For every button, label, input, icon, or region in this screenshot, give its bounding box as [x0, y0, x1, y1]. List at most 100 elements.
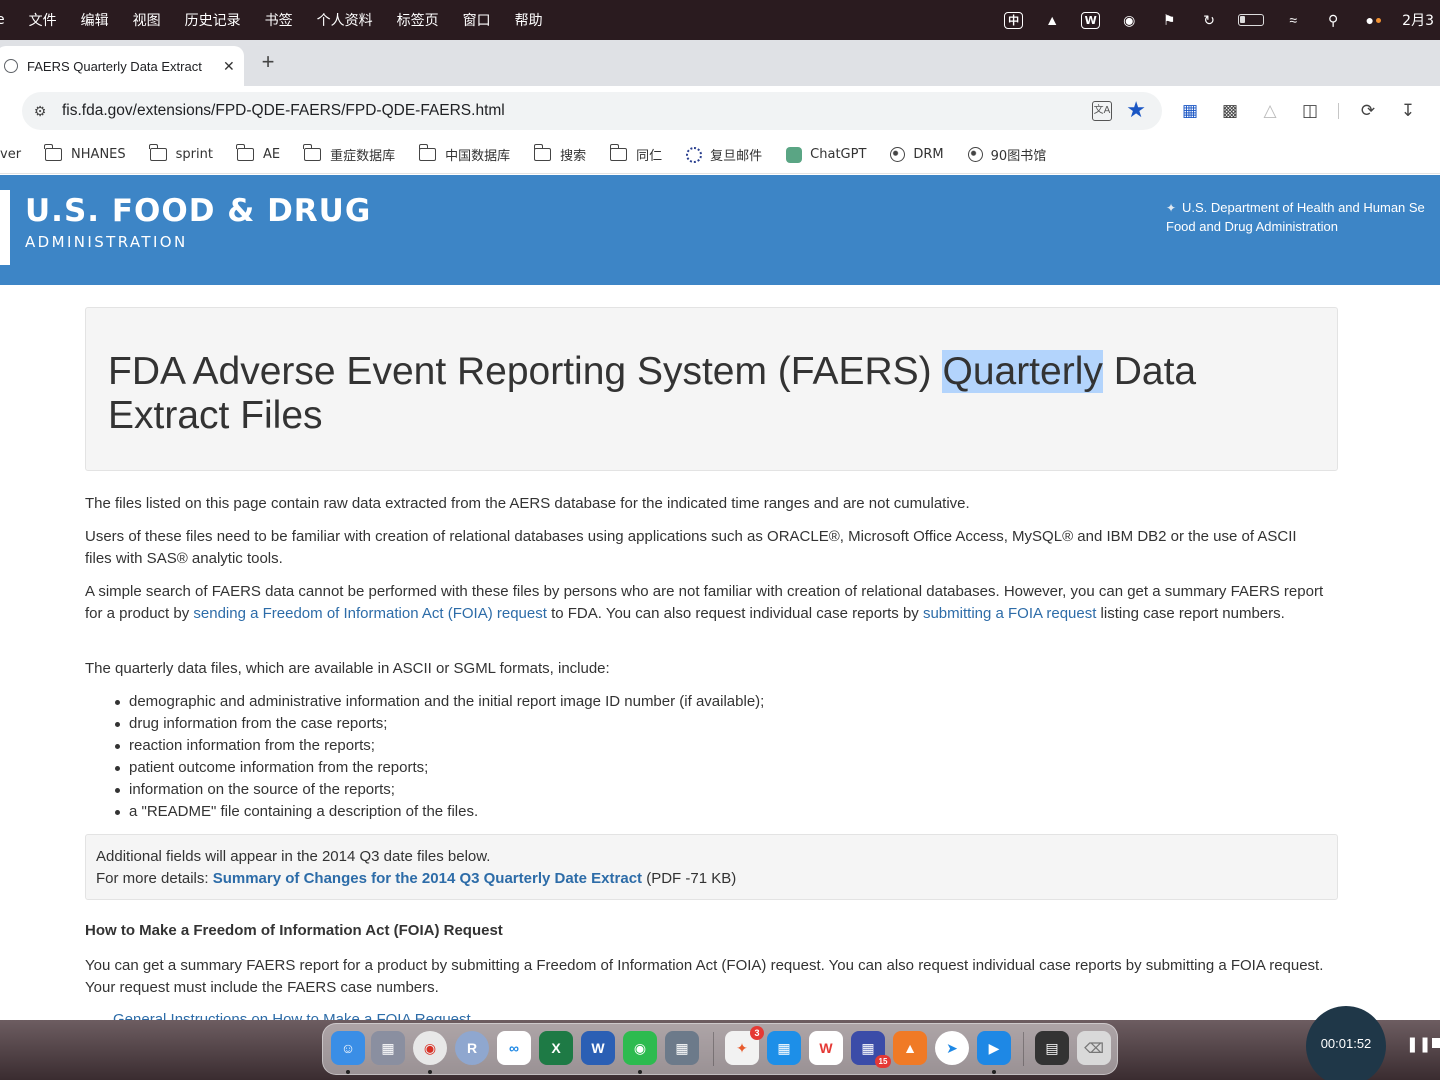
url-text[interactable]: fis.fda.gov/extensions/FPD-QDE-FAERS/FPD… — [62, 102, 505, 120]
bookmark-search[interactable]: 搜索 — [533, 144, 587, 164]
bookmark-label: 搜索 — [560, 149, 587, 164]
xmind-icon[interactable]: ▲ — [893, 1031, 927, 1065]
bookmark-library[interactable]: 90图书馆 — [967, 145, 1046, 164]
bookmark-label: AE — [262, 147, 281, 162]
calendar-grid-icon[interactable]: ▦ 15 — [851, 1031, 891, 1068]
bookmark-china-db[interactable]: 中国数据库 — [418, 144, 510, 164]
toolbar-divider — [1338, 103, 1339, 119]
title-part: FDA Adverse Event Reporting System (FAER… — [108, 350, 943, 393]
sync-extension-icon[interactable]: ⟳ — [1358, 101, 1378, 121]
menu-help[interactable]: 帮助 — [503, 10, 555, 30]
feishu-icon[interactable]: ➤ — [935, 1031, 969, 1065]
fda-logo-title[interactable]: U.S. FOOD & DRUG — [25, 193, 371, 229]
trash-icon[interactable]: ⌫ — [1077, 1031, 1111, 1065]
pause-icon[interactable]: ❚❚ — [1406, 1035, 1431, 1053]
cat-icon[interactable]: ▲ — [1041, 9, 1063, 31]
recording-timer[interactable]: 00:01:52 — [1306, 1006, 1386, 1080]
launchpad-icon[interactable]: ▦ — [371, 1031, 405, 1065]
save-extension-icon[interactable]: ▦ — [1180, 101, 1200, 121]
hhs-link[interactable]: ✦ U.S. Department of Health and Human Se … — [1166, 198, 1425, 236]
stop-icon[interactable] — [1432, 1038, 1440, 1048]
menu-app[interactable]: e — [0, 12, 17, 28]
control-center-icon[interactable]: ● — [1362, 9, 1384, 31]
spotlight-search-icon[interactable]: ⚲ — [1322, 9, 1344, 31]
close-tab-icon[interactable]: ✕ — [223, 58, 235, 75]
macos-dock: ☺ ▦ ◉ R ∞ X W ◉ ▦ ✦ 3 ▦ W ▦ 15 ▲ ➤ ▶ ▤ ⌫ — [322, 1023, 1118, 1075]
bookmark-ver[interactable]: ver — [0, 147, 21, 162]
chrome-icon[interactable]: ◉ — [413, 1031, 447, 1065]
submit-foia-link[interactable]: submitting a FOIA request — [923, 605, 1096, 622]
address-bar[interactable]: ⚙ fis.fda.gov/extensions/FPD-QDE-FAERS/F… — [22, 92, 1162, 130]
bookmark-icu-db[interactable]: 重症数据库 — [303, 144, 396, 164]
menu-history[interactable]: 历史记录 — [173, 10, 253, 30]
input-method-icon[interactable]: 中 — [1004, 11, 1024, 29]
fda-logo-subtitle[interactable]: ADMINISTRATION — [25, 233, 188, 251]
r-app-icon[interactable]: R — [455, 1031, 489, 1065]
running-indicator — [638, 1070, 642, 1074]
menubar-date[interactable]: 2月3 — [1402, 10, 1434, 30]
wps-office-icon[interactable]: W — [809, 1031, 843, 1065]
list-item: reaction information from the reports; — [113, 735, 764, 757]
running-indicator — [428, 1070, 432, 1074]
menu-file[interactable]: 文件 — [17, 10, 69, 30]
bookmark-label: 重症数据库 — [330, 149, 396, 164]
reader-extension-icon[interactable]: ▩ — [1220, 101, 1240, 121]
word-icon[interactable]: W — [581, 1031, 615, 1065]
extensions-puzzle-icon[interactable]: ◫ — [1300, 101, 1320, 121]
notification-badge: 3 — [750, 1026, 764, 1040]
summary-of-changes-link[interactable]: Summary of Changes for the 2014 Q3 Quart… — [213, 870, 642, 887]
title-jumbotron: FDA Adverse Event Reporting System (FAER… — [85, 307, 1338, 471]
menu-profiles[interactable]: 个人资料 — [305, 10, 385, 30]
notice-line1: Additional fields will appear in the 201… — [96, 848, 491, 865]
bookmark-nhanes[interactable]: NHANES — [44, 144, 126, 162]
folder-icon — [533, 144, 552, 161]
folder-icon — [418, 144, 437, 161]
finder-icon[interactable]: ☺ — [331, 1031, 365, 1065]
app-store-icon[interactable]: ✦ 3 — [725, 1026, 764, 1065]
dock-divider — [713, 1032, 714, 1066]
text-span: For more details: — [96, 870, 213, 887]
menu-edit[interactable]: 编辑 — [69, 10, 121, 30]
sync-icon[interactable]: ↻ — [1198, 9, 1220, 31]
text-span: to FDA. You can also request individual … — [546, 605, 923, 622]
menu-tab[interactable]: 标签页 — [385, 10, 451, 30]
download-icon[interactable]: ↧ — [1398, 101, 1418, 121]
bookmark-tongren[interactable]: 同仁 — [609, 144, 662, 164]
globe-favicon-icon — [4, 59, 18, 73]
translate-icon[interactable]: 文A — [1092, 101, 1112, 121]
new-tab-button[interactable]: + — [256, 50, 280, 74]
wps-icon[interactable]: W — [1081, 11, 1101, 29]
bookmark-fudan-mail[interactable]: 复旦邮件 — [686, 145, 762, 164]
parallels-icon[interactable]: ▦ — [665, 1031, 699, 1065]
intro-paragraph: The files listed on this page contain ra… — [85, 495, 970, 512]
wifi-icon[interactable]: ≈ — [1282, 9, 1304, 31]
bookmark-ae[interactable]: AE — [236, 144, 281, 162]
foia-request-link[interactable]: sending a Freedom of Information Act (FO… — [193, 605, 547, 622]
excel-icon[interactable]: X — [539, 1031, 573, 1065]
bookmark-app-icon[interactable]: ⚑ — [1158, 9, 1180, 31]
bookmark-sprint[interactable]: sprint — [149, 144, 213, 162]
wechat-dock-icon[interactable]: ◉ — [623, 1031, 657, 1065]
triangle-extension-icon[interactable]: △ — [1260, 101, 1280, 121]
bookmark-chatgpt[interactable]: ChatGPT — [786, 146, 867, 163]
baidu-netdisk-icon[interactable]: ∞ — [497, 1031, 531, 1065]
notification-badge: 15 — [875, 1055, 891, 1068]
bookmark-label: ChatGPT — [810, 147, 867, 162]
tab-faers[interactable]: FAERS Quarterly Data Extract ✕ — [0, 46, 244, 86]
running-indicator — [346, 1070, 350, 1074]
battery-icon[interactable] — [1238, 14, 1265, 26]
running-indicator — [992, 1070, 996, 1074]
browser-toolbar: ⚙ fis.fda.gov/extensions/FPD-QDE-FAERS/F… — [0, 86, 1440, 136]
bookmark-drm[interactable]: DRM — [890, 147, 944, 162]
windows-app-icon[interactable]: ▦ — [767, 1031, 801, 1065]
downloads-stack-icon[interactable]: ▤ — [1035, 1031, 1069, 1065]
wechat-icon[interactable]: ◉ — [1118, 9, 1140, 31]
site-settings-icon[interactable]: ⚙ — [30, 101, 50, 121]
bookmark-label: DRM — [913, 147, 944, 162]
text-span: listing case report numbers. — [1096, 605, 1285, 622]
menu-window[interactable]: 窗口 — [451, 10, 503, 30]
menu-view[interactable]: 视图 — [121, 10, 173, 30]
bookmark-star-icon[interactable]: ★ — [1126, 97, 1146, 123]
screen-recorder-icon[interactable]: ▶ — [977, 1031, 1011, 1065]
menu-bookmarks[interactable]: 书签 — [253, 10, 305, 30]
